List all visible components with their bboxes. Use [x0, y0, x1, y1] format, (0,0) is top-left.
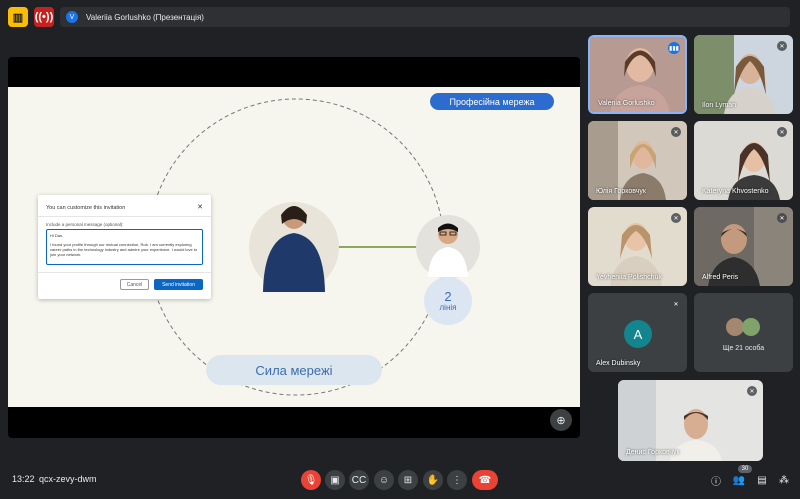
end-call-button[interactable]: ☎ — [472, 470, 498, 490]
slide: Професійна мережа You can customize this… — [8, 87, 580, 407]
participant-tile[interactable]: ✕ Yevheniia Polishchuk — [588, 207, 687, 286]
mic-off-icon: ✕ — [777, 127, 787, 137]
people-count-badge: 30 — [738, 465, 752, 473]
participant-name: Valeriia Gorlushko — [598, 100, 655, 107]
meeting-details-button[interactable]: ▥ — [8, 7, 28, 27]
second-line-badge: 2 лінія — [424, 277, 472, 325]
mic-off-icon: ✕ — [777, 213, 787, 223]
dialog-divider — [38, 216, 211, 217]
professional-network-label: Професійна мережа — [430, 93, 554, 110]
presentation-banner[interactable]: V Valeriia Gorlushko (Презентація) — [60, 7, 790, 27]
invitation-dialog: You can customize this invitation ✕ Incl… — [38, 195, 211, 299]
participant-name: Ilon Lyman — [702, 102, 736, 109]
mic-off-icon: ✕ — [777, 41, 787, 51]
message-label: Include a personal message (optional): — [46, 222, 124, 227]
avatar — [742, 318, 760, 336]
more-participants-tile[interactable]: Ще 21 особа — [694, 293, 793, 372]
participant-tile[interactable]: ✕ Юлія Горковчук — [588, 121, 687, 200]
participant-tile[interactable]: ▮▮▮ Valeriia Gorlushko — [588, 35, 687, 114]
line-number: 2 — [444, 289, 452, 304]
chat-icon[interactable]: ▤ — [755, 473, 769, 487]
zoom-icon[interactable]: ⊕ — [550, 409, 572, 431]
participant-name: Kateryna Khvostenko — [702, 188, 769, 195]
speaking-indicator-icon: ▮▮▮ — [668, 42, 680, 54]
connection-person-avatar — [416, 215, 480, 279]
participant-tile[interactable]: ✕ Денис Горковчук — [618, 380, 763, 461]
participant-name: Alex Dubinsky — [596, 360, 641, 367]
mic-off-icon: ✕ — [671, 127, 681, 137]
dialog-divider-bottom — [38, 272, 211, 273]
line-label: лінія — [439, 303, 457, 312]
message-greeting: Hi Dan, — [50, 233, 64, 238]
presentation-title: Valeriia Gorlushko (Презентація) — [86, 12, 204, 22]
mic-off-icon: ✕ — [671, 299, 681, 309]
mic-off-icon: ✕ — [671, 213, 681, 223]
more-options-icon[interactable]: ⋮ — [447, 470, 467, 490]
emoji-icon[interactable]: ☺ — [374, 470, 394, 490]
camera-icon[interactable]: ▣ — [325, 470, 345, 490]
mic-off-icon: ✕ — [747, 386, 757, 396]
people-icon[interactable]: 👥 — [732, 473, 746, 487]
captions-icon[interactable]: CC — [349, 470, 369, 490]
participant-name: Юлія Горковчук — [596, 188, 646, 195]
mic-off-icon[interactable]: 🎙 — [301, 470, 321, 490]
close-icon: ✕ — [197, 204, 203, 211]
present-screen-icon[interactable]: ⊞ — [398, 470, 418, 490]
send-invitation-button: Send invitation — [154, 279, 203, 290]
participant-tile[interactable]: ✕ Alfred Peris — [694, 207, 793, 286]
cancel-button: Cancel — [120, 279, 149, 290]
avatar: A — [624, 320, 652, 348]
dialog-title: You can customize this invitation — [46, 205, 126, 211]
network-power-label: Сила мережі — [206, 355, 382, 385]
message-textarea: Hi Dan, I found your profile through our… — [46, 229, 203, 265]
recording-icon[interactable]: ((•)) — [34, 7, 54, 27]
participant-name: Денис Горковчук — [626, 449, 680, 456]
activities-icon[interactable]: ⁂ — [777, 473, 791, 487]
participant-name: Yevheniia Polishchuk — [596, 274, 662, 281]
raise-hand-icon[interactable]: ✋ — [423, 470, 443, 490]
participant-tile[interactable]: ✕ Kateryna Khvostenko — [694, 121, 793, 200]
presentation-stage: Професійна мережа You can customize this… — [8, 57, 580, 438]
info-icon[interactable]: ⓘ — [709, 473, 723, 488]
participant-tile[interactable]: A ✕ Alex Dubinsky — [588, 293, 687, 372]
clock: 13:22 — [12, 474, 35, 484]
presenter-avatar: V — [66, 11, 78, 23]
participant-tile[interactable]: ✕ Ilon Lyman — [694, 35, 793, 114]
more-participants-label: Ще 21 особа — [722, 345, 765, 352]
message-body: I found your profile through our mutual … — [50, 242, 198, 257]
meeting-code[interactable]: qcx-zevy-dwm — [39, 474, 97, 484]
center-person-avatar — [249, 202, 339, 292]
participant-name: Alfred Peris — [702, 274, 739, 281]
